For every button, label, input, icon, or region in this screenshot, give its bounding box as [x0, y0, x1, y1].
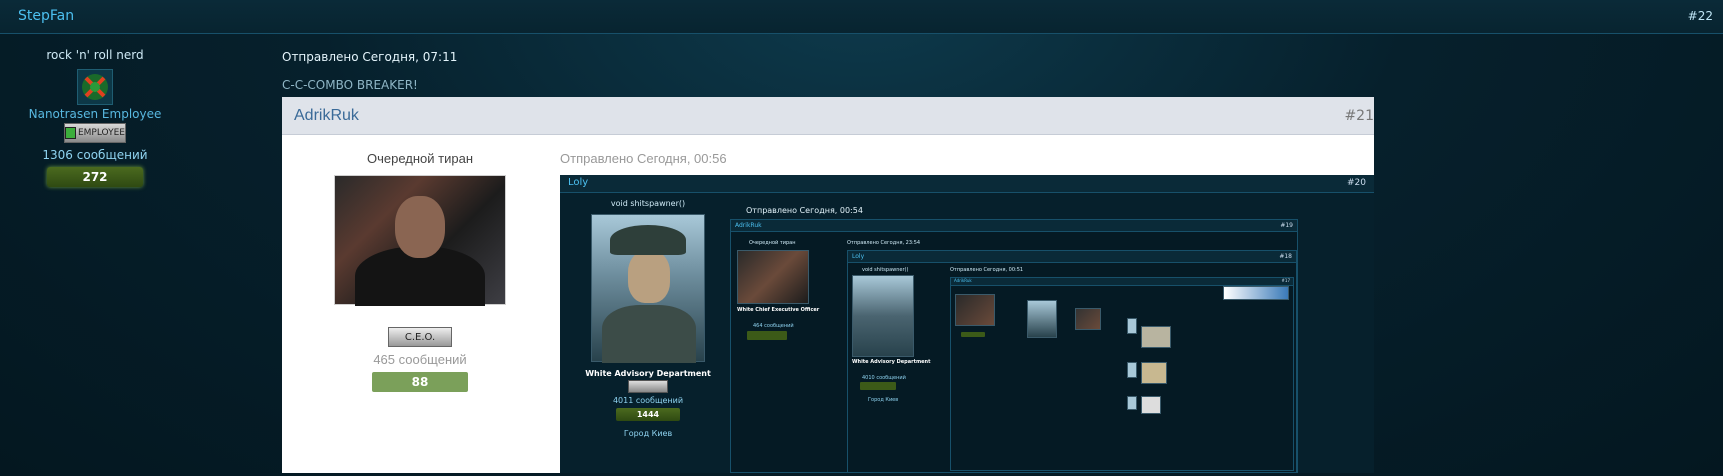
nested-user-panel: void shitspawner() White Advisory Depart… [560, 199, 736, 438]
deep2-post-count: 4010 сообщений [862, 375, 906, 381]
nested-post-number: #20 [1347, 178, 1366, 188]
quote-post-count: 465 сообщений [373, 352, 467, 367]
deep2-user-city: Город Киев [868, 397, 899, 403]
deep2-number: #18 [1279, 253, 1292, 260]
deep6-image [1141, 326, 1171, 348]
user-info-panel: rock 'n' roll nerd Nanotrasen Employee E… [8, 40, 182, 187]
nested-user-group: White Advisory Department [585, 369, 711, 378]
rank-badge-icon [65, 127, 76, 139]
deep4-avatar [1027, 300, 1057, 338]
quote-user-title: Очередной тиран [366, 151, 473, 166]
deep1-avatar [737, 250, 809, 304]
deep2-author: Loly [852, 253, 865, 260]
rank-badge-label: EMPLOYEE [77, 127, 125, 138]
deep2-avatar [852, 275, 914, 357]
nested-screenshot: Loly #20 void shitspawner() White Adviso… [560, 175, 1374, 473]
deep1-reputation-badge [747, 331, 787, 340]
deep2-reputation-badge [860, 382, 896, 390]
deep3-header: AdrikRuk #17 [951, 278, 1293, 286]
quote-post-date: Отправлено Сегодня, 00:56 [560, 151, 727, 166]
nested-post-date: Отправлено Сегодня, 00:54 [746, 206, 863, 215]
deep8-avatar [1127, 396, 1137, 410]
post-count: 1306 сообщений [42, 148, 148, 162]
user-title: rock 'n' roll nerd [46, 48, 144, 62]
deep1-author: AdrikRuk [735, 222, 762, 229]
deep-notice-banner [1223, 286, 1289, 300]
nested-user-city: Город Киев [623, 429, 673, 438]
deep7-image [1141, 362, 1167, 384]
quote-avatar-face [395, 196, 445, 258]
avatar[interactable] [77, 69, 113, 105]
nested-avatar [591, 214, 705, 363]
quote-reputation-badge: 88 [372, 372, 468, 392]
deep-screenshot-2: Loly #18 void shitspawner() White Adviso… [847, 250, 1297, 472]
post-header: StepFan #22 [0, 0, 1723, 34]
quote-avatar [334, 175, 506, 306]
deep3-number: #17 [1281, 278, 1290, 283]
deep2-user-title: void shitspawner() [862, 267, 909, 273]
quote-post-header: AdrikRuk #21 [282, 97, 1374, 135]
quote-user-panel: Очередной тиран C.E.O. 465 сообщений 88 [282, 135, 558, 392]
deep1-date: Отправлено Сегодня, 23:54 [847, 240, 921, 246]
deep1-post-count: 464 сообщений [753, 323, 794, 329]
deep7-avatar [1127, 362, 1137, 378]
deep2-date: Отправлено Сегодня, 00:51 [950, 267, 1024, 273]
post-text: C-C-COMBO BREAKER! [282, 78, 418, 92]
nested-rank-badge [628, 380, 668, 393]
nested-post-count: 4011 сообщений [612, 396, 684, 405]
avatar-icon [82, 74, 108, 100]
deep2-user-group: White Advisory Department [852, 359, 931, 365]
nested-post-header: Loly #20 [560, 175, 1374, 193]
post-date: Отправлено Сегодня, 07:11 [282, 50, 458, 64]
quote-post-number: #21 [1344, 108, 1374, 124]
nested-reputation-badge: 1444 [616, 408, 680, 421]
nested-avatar-cap [610, 225, 686, 255]
deep3-avatar [955, 294, 995, 326]
deep1-header: AdrikRuk #19 [731, 220, 1297, 232]
deep5-avatar [1075, 308, 1101, 330]
deep8-image [1141, 396, 1161, 414]
deep2-header: Loly #18 [848, 251, 1296, 263]
reputation-badge[interactable]: 272 [47, 167, 143, 187]
deep1-number: #19 [1280, 222, 1293, 229]
quote-rank-badge: C.E.O. [388, 327, 452, 347]
deep3-author: AdrikRuk [954, 278, 972, 283]
nested-avatar-coat [602, 305, 696, 363]
nested-post-author: Loly [568, 177, 589, 188]
deep-screenshot-1: AdrikRuk #19 Очередной тиран White Chief… [730, 219, 1298, 473]
deep6-avatar [1127, 318, 1137, 334]
post-number-link[interactable]: #22 [1688, 9, 1713, 23]
quoted-screenshot: AdrikRuk #21 Очередной тиран C.E.O. 465 … [282, 97, 1374, 473]
quote-post-author: AdrikRuk [294, 107, 359, 124]
deep3-reputation-badge [961, 332, 985, 337]
nested-user-title: void shitspawner() [610, 199, 686, 208]
deep1-user-title: Очередной тиран [749, 240, 796, 246]
rank-badge: EMPLOYEE [64, 123, 126, 143]
post-author-link[interactable]: StepFan [18, 8, 74, 24]
user-group: Nanotrasen Employee [28, 107, 162, 121]
deep1-user-group: White Chief Executive Officer [737, 307, 820, 313]
nested-avatar-face [628, 251, 670, 303]
deep-screenshot-3: AdrikRuk #17 [950, 277, 1294, 471]
